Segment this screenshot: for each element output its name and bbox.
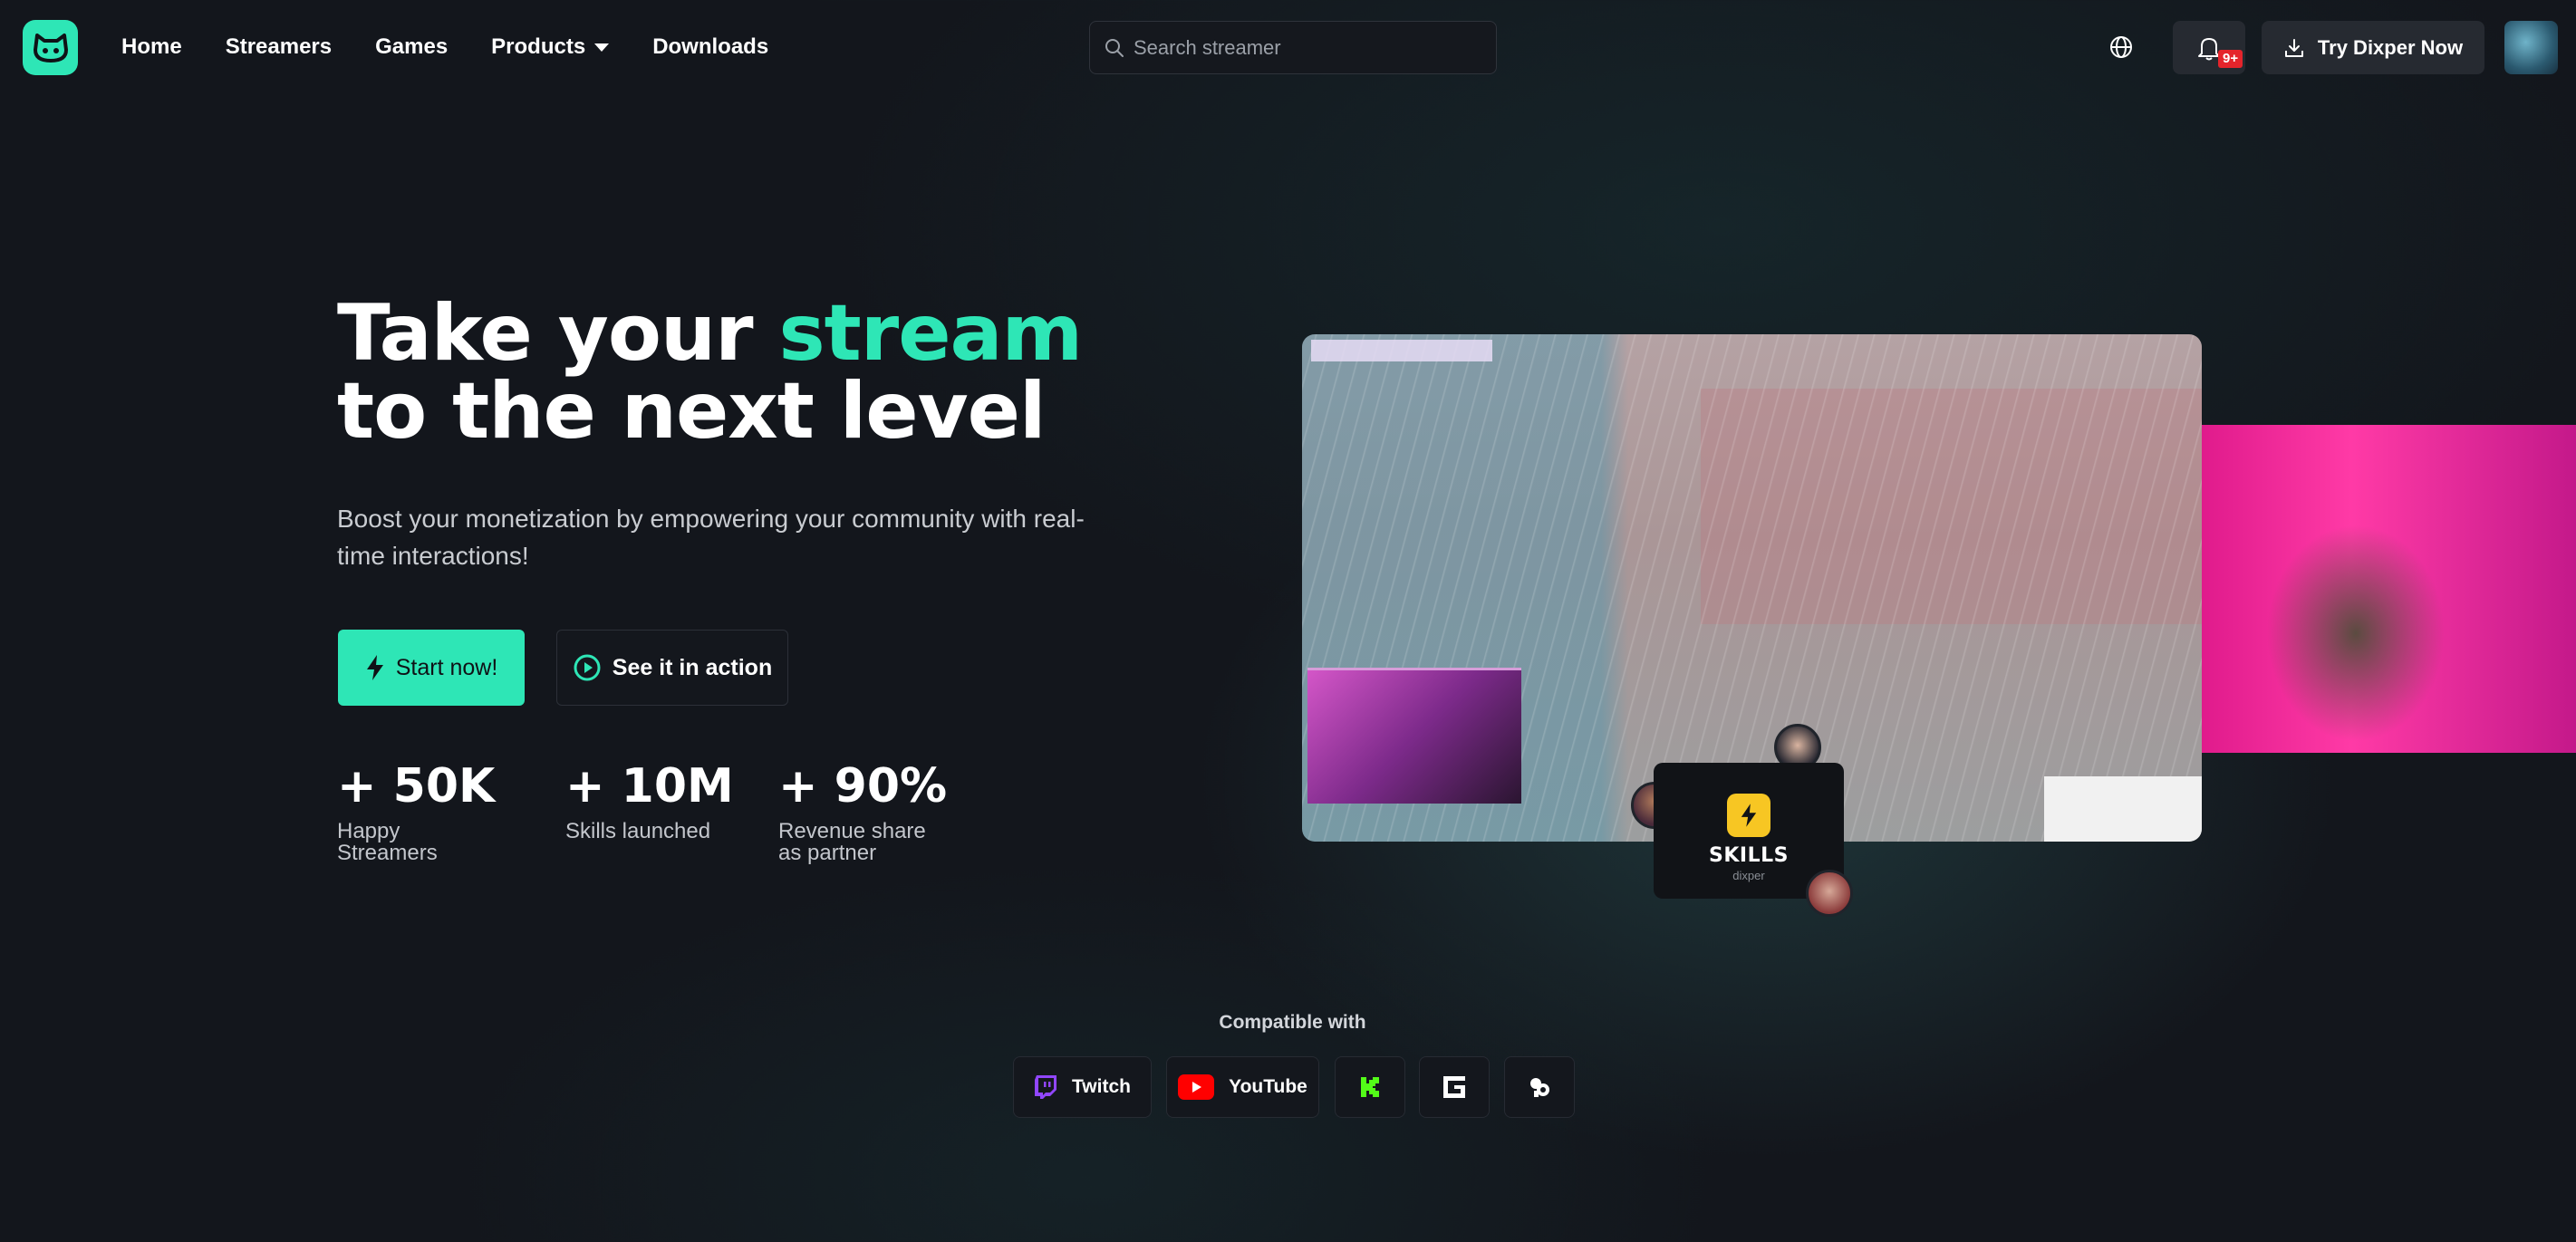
platform-youtube[interactable]: YouTube [1166, 1056, 1319, 1118]
hero-subtitle: Boost your monetization by empowering yo… [337, 505, 1085, 570]
stat-label-line2: Streamers [337, 841, 438, 865]
chevron-down-icon [594, 43, 610, 52]
try-dixper-button[interactable]: Try Dixper Now [2262, 21, 2484, 74]
language-selector[interactable] [2105, 31, 2137, 63]
see-in-action-button[interactable]: See it in action [556, 630, 788, 706]
platform-twitch[interactable]: Twitch [1013, 1056, 1152, 1118]
stat-value: + 50K [337, 759, 496, 814]
platform-label: Twitch [1072, 1076, 1131, 1097]
play-circle-icon [574, 654, 601, 681]
see-in-action-label: See it in action [612, 654, 773, 680]
twitch-icon [1035, 1075, 1057, 1099]
stat-value: + 90% [778, 759, 948, 814]
compatible-title: Compatible with [1219, 1012, 1366, 1033]
lightning-icon [1727, 794, 1770, 837]
top-navbar: Home Streamers Games Products Downloads … [0, 0, 2576, 94]
platform-tiktok[interactable] [1504, 1056, 1575, 1118]
viewer-avatar [1806, 870, 1853, 917]
dixper-logo[interactable] [23, 20, 78, 75]
stat-revenue: + 90% Revenue share as partner [778, 759, 947, 864]
streamer-webcam-image [2202, 425, 2576, 753]
youtube-icon [1178, 1074, 1215, 1100]
nav-products[interactable]: Products [491, 34, 610, 60]
stat-streamers: + 50K Happy Streamers [337, 759, 495, 864]
platform-kick[interactable] [1335, 1056, 1405, 1118]
search-bar [1089, 21, 1497, 74]
search-icon [1105, 38, 1124, 57]
stat-label: Happy Streamers [337, 821, 495, 864]
search-input[interactable] [1134, 35, 1478, 60]
platform-facebook-gaming[interactable] [1419, 1056, 1490, 1118]
nav-links: Home Streamers Games Products Downloads [121, 0, 768, 94]
nav-downloads[interactable]: Downloads [652, 34, 768, 60]
stat-label: Skills launched [565, 821, 734, 842]
skills-subtitle: dixper [1732, 869, 1765, 882]
nav-home[interactable]: Home [121, 34, 182, 60]
notifications-button[interactable]: 9+ [2173, 21, 2245, 74]
kick-icon [1361, 1077, 1379, 1097]
nav-streamers[interactable]: Streamers [226, 34, 332, 60]
skills-title: SKILLS [1709, 844, 1789, 867]
stat-value: + 10M [565, 759, 734, 814]
headline-part1: Take your [337, 288, 779, 379]
nav-games[interactable]: Games [375, 34, 448, 60]
download-icon [2284, 38, 2303, 57]
start-now-button[interactable]: Start now! [338, 630, 525, 706]
facebook-gaming-icon [1443, 1076, 1465, 1098]
start-now-label: Start now! [395, 654, 498, 680]
stat-skills: + 10M Skills launched [565, 759, 734, 842]
stat-label-line1: Happy [337, 819, 400, 843]
nav-products-label: Products [491, 34, 586, 59]
user-avatar[interactable] [2504, 21, 2558, 74]
dixper-logo-icon [33, 33, 68, 63]
headline-part2: to the next level [337, 366, 1046, 457]
tiktok-icon [1530, 1078, 1549, 1097]
stat-label-line1: Skills launched [565, 819, 711, 843]
globe-icon [2110, 36, 2132, 58]
stat-label: Revenue share as partner [778, 821, 947, 864]
hero-headline: Take your stream to the next level [337, 294, 1083, 457]
lightning-icon [366, 655, 383, 680]
notifications-badge: 9+ [2218, 50, 2243, 68]
headline-accent: stream [778, 288, 1083, 379]
sponsor-logos [2044, 776, 2202, 842]
try-dixper-label: Try Dixper Now [2317, 35, 2464, 59]
game-hud [1311, 340, 1492, 361]
stat-label-line1: Revenue share [778, 819, 926, 843]
platform-label: YouTube [1229, 1076, 1307, 1097]
stat-label-line2: as partner [778, 841, 877, 865]
streamer-facecam-image [1307, 668, 1521, 804]
